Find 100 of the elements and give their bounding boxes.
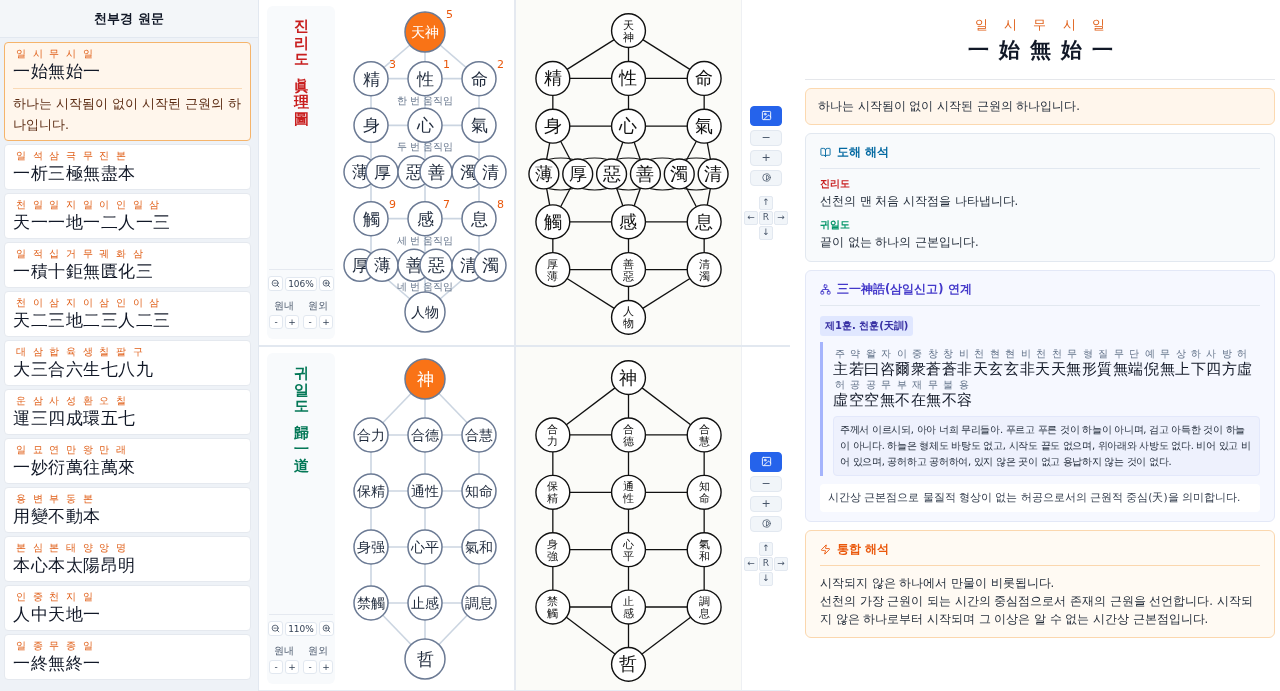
image-toggle-button[interactable] [750,451,782,472]
diagram-node[interactable]: 性 [407,60,443,97]
diagram-node[interactable]: 禁觸 [353,585,389,621]
diagram-title: 歸一道 [293,424,309,474]
scan-node: 止感 [610,589,647,625]
pan-button[interactable]: R [759,556,773,571]
zoom-out-button[interactable]: − [750,129,782,146]
verse-reading: 천 이 삼 지 이 삼 인 이 삼 [15,297,161,309]
diagram-node[interactable]: 人物 [404,291,446,333]
quote-hanja: 虛空空無不在無不容 [833,391,974,410]
diagram-node[interactable]: 心平 [407,529,443,565]
decrease-button[interactable]: - [303,660,317,674]
diagram-node[interactable]: 觸 [353,200,389,237]
verse-reading: 일 묘 연 만 왕 만 래 [15,444,128,456]
decrease-button[interactable]: - [269,315,283,329]
diagram-node[interactable]: 感 [407,200,443,237]
detail-hanja: 一始無始一 [966,36,1123,64]
scan-node: 調息 [686,589,722,625]
decrease-button[interactable]: - [269,660,283,674]
scan-node: 善惡 [610,251,647,288]
verse-reading: 일 적 십 거 무 궤 화 삼 [15,248,144,260]
verse-item[interactable]: 본 심 본 태 양 앙 명 本心本太陽昂明 [4,536,251,582]
note-label: 귀일도 [820,218,851,232]
interpretation-text: 선천의 가장 근원이 되는 시간의 중심점으로서 존재의 근원을 선언합니다. 시작되지 않은 하나로부터 시작되며 그 이상은 알 수 없는 시간상 근본점입니다. [820,593,1254,628]
quote-reading: 허 공 공 무 부 재 무 불 용 [834,379,970,391]
pan-button[interactable]: ↑ [759,195,773,210]
verse-item[interactable]: 천 일 일 지 일 이 인 일 삼 天一一地一二人一三 [4,193,251,239]
diagram-node[interactable]: 氣和 [461,529,497,565]
verse-item[interactable]: 용 변 부 동 본 用變不動本 [4,487,251,533]
adjuster-label: 원내 [274,299,294,313]
card-title: 도해 해석 [837,145,889,160]
diagram-node[interactable]: 止感 [407,585,443,621]
increase-button[interactable]: + [285,315,299,329]
image-toggle-button[interactable] [750,105,782,126]
verse-reading: 용 변 부 동 본 [15,493,94,505]
scan-node: 命 [686,60,722,97]
diagram-node[interactable]: 精 [353,60,389,97]
diagram-node[interactable]: 心 [407,107,443,144]
verse-item[interactable]: 일 묘 연 만 왕 만 래 一妙衍萬往萬來 [4,438,251,484]
zoom-in-button[interactable]: + [750,495,782,512]
contrast-icon [761,519,771,528]
verse-item[interactable]: 일 석 삼 극 무 진 본 一析三極無盡本 [4,144,251,190]
interpretation-text: 시작되지 않은 하나에서 만물이 비롯됩니다. [820,575,1056,592]
diagram-node[interactable]: 氣 [461,107,497,144]
decrease-button[interactable]: - [303,315,317,329]
quote-hanja: 主若曰咨爾衆蒼蒼非天玄玄非天天無形質無端倪無上下四方虛 [833,360,1254,379]
diagram-node[interactable]: 通性 [407,473,443,509]
zoom-out-button[interactable]: − [750,475,782,492]
diagram-node[interactable]: 合力 [353,417,389,453]
contrast-button[interactable] [750,169,782,186]
verse-item[interactable]: 대 삼 합 육 생 칠 팔 구 大三合六生七八九 [4,340,251,386]
pan-button[interactable]: ← [744,556,758,571]
stage-caption: 세 번 움직임 [396,234,454,246]
diagram-node[interactable]: 哲 [404,638,446,680]
zoom-out-button[interactable] [268,276,284,291]
diagram-node[interactable]: 身 [353,107,389,144]
verse-reading: 천 일 일 지 일 이 인 일 삼 [15,199,161,211]
pan-button[interactable]: ↑ [759,541,773,556]
verse-reading: 일 종 무 종 일 [15,640,94,652]
scan-node: 精 [535,60,571,97]
chapter-tag: 제1훈. 천훈(天訓) [820,316,914,336]
verse-item[interactable]: 일 종 무 종 일 一終無終一 [4,634,251,680]
scan-node: 性 [610,60,647,97]
scan-node: 身 [535,108,571,144]
verse-reading: 일 시 무 시 일 [15,48,94,60]
diagram-node[interactable]: 命 [461,60,497,97]
verse-item[interactable]: 인 중 천 지 일 人中天地一 [4,585,251,631]
sidebar-title: 천부경 원문 [0,0,258,38]
verse-item[interactable]: 일 적 십 거 무 궤 화 삼 一積十鉅無匱化三 [4,242,251,288]
increase-button[interactable]: + [285,660,299,674]
stage-caption: 두 번 움직임 [396,141,454,153]
diagram-title: 귀일도 [293,365,309,415]
diagram-node[interactable]: 合慧 [461,417,497,453]
stage-caption: 네 번 움직임 [396,281,454,293]
diagram-node[interactable]: 調息 [461,585,497,621]
pan-button[interactable]: ↓ [759,225,773,240]
diagram-node[interactable]: 合德 [407,417,443,453]
diagram-node[interactable]: 知命 [461,473,497,509]
contrast-button[interactable] [750,515,782,532]
diagram-node[interactable]: 息 [461,200,497,237]
scan-node: 清 [697,158,729,190]
increase-button[interactable]: + [319,660,333,674]
verse-hanja: 一析三極無盡本 [13,162,137,184]
zoom-out-button[interactable] [268,621,284,636]
increase-button[interactable]: + [319,315,333,329]
verse-reading: 운 삼 사 성 환 오 칠 [15,395,128,407]
diagram-node[interactable]: 身强 [353,529,389,565]
quote-reading: 주 약 왈 자 이 중 창 창 비 천 현 현 비 천 천 무 형 질 무 단 예 무 상 하 사 방 허 [834,348,1249,360]
zoom-in-button[interactable] [318,276,334,291]
verse-item[interactable]: 운 삼 사 성 환 오 칠 運三四成環五七 [4,389,251,435]
pan-button[interactable]: ↓ [759,571,773,586]
zoom-in-button[interactable] [318,621,334,636]
pan-button[interactable]: R [759,210,773,225]
pan-button[interactable]: ← [744,210,758,225]
verse-item[interactable]: 일 시 무 시 일 一始無始一 하나는 시작됨이 없이 시작된 근원의 하나입니다. [4,42,251,141]
pan-button[interactable]: → [774,556,788,571]
zoom-in-button[interactable]: + [750,149,782,166]
diagram-node[interactable]: 保精 [353,473,389,509]
verse-item[interactable]: 천 이 삼 지 이 삼 인 이 삼 天二三地二三人二三 [4,291,251,337]
pan-button[interactable]: → [774,210,788,225]
